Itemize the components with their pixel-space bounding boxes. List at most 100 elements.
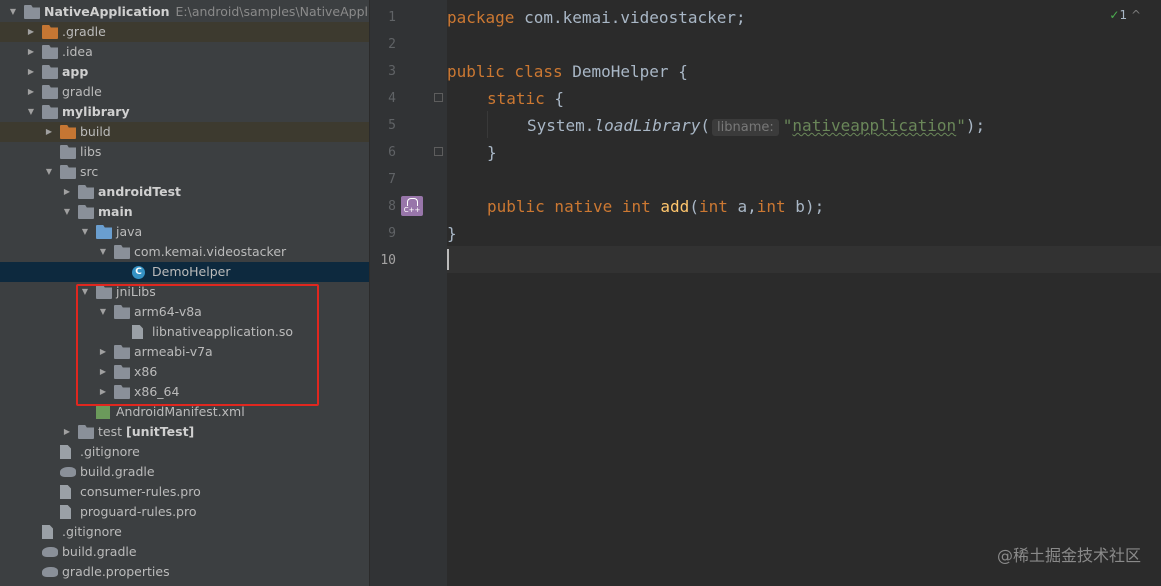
chevron-down-icon[interactable]: ▼ [42,162,56,182]
project-panel: ▼ NativeApplication E:\android\samples\Nat… [0,0,369,586]
file-icon [60,485,71,499]
tree-item-label: gradle [62,84,102,99]
code-line-6: } [487,143,497,162]
tree-item-androidtest-folder[interactable]: ▶ androidTest [0,182,369,202]
indent-guide [487,111,488,138]
tree-item-label: build [80,124,111,139]
folder-icon [96,225,112,239]
line-number: 8 [388,199,396,214]
chevron-right-icon[interactable]: ▶ [24,82,38,102]
code-line-8: public native int add(int a,int b); [487,197,825,216]
tree-item-label: com.kemai.videostacker [134,244,287,259]
folder-icon [42,25,58,39]
tree-item-src-folder[interactable]: ▼ src [0,162,369,182]
chevron-right-icon[interactable]: ▶ [24,22,38,42]
tree-item-root-gitignore-file[interactable]: .gitignore [0,522,369,542]
inspection-indicator[interactable]: ✓1 ^ [1109,8,1141,22]
code-line-5: System.loadLibrary(libname: "nativeapplic… [527,116,986,136]
tree-item-label: src [80,164,99,179]
fold-marker-icon[interactable] [434,93,443,102]
tree-item-gradle-folder[interactable]: ▶ gradle [0,82,369,102]
tree-item-app-module[interactable]: ▶ app [0,62,369,82]
code-line-9: } [447,224,457,243]
tree-item-label: main [98,204,133,219]
tree-item-label: .gradle [62,24,106,39]
chevron-down-icon[interactable]: ▼ [96,242,110,262]
tree-item-gitignore-file[interactable]: .gitignore [0,442,369,462]
code-line-3: public class DemoHelper { [447,62,688,81]
tree-item-mylibrary-module[interactable]: ▼ mylibrary [0,102,369,122]
editor-gutter: 1 2 3 4 5 6 7 8 9 10 [369,0,448,586]
line-number: 9 [388,226,396,241]
tree-item-main-folder[interactable]: ▼ main [0,202,369,222]
chevron-down-icon[interactable]: ▼ [6,2,20,22]
chevron-down-icon[interactable]: ▼ [78,222,92,242]
folder-icon [78,205,94,219]
tree-item-build-gradle-file[interactable]: build.gradle [0,462,369,482]
module-folder-icon [42,65,58,79]
chevron-down-icon[interactable]: ▼ [24,102,38,122]
fold-marker-icon[interactable] [434,147,443,156]
code-line-1: package com.kemai.videostacker; [447,8,746,27]
tree-item-root[interactable]: ▼ NativeApplication E:\android\samples\Nat… [0,2,369,22]
file-icon [60,505,71,519]
folder-icon [60,125,76,139]
tree-item-gradle-properties-file[interactable]: gradle.properties [0,562,369,582]
text-caret [447,249,449,270]
watermark: @稀土掘金技术社区 [996,546,1141,565]
check-icon: ✓ [1109,8,1120,22]
chevron-right-icon[interactable]: ▶ [42,122,56,142]
tree-item-label: androidTest [98,184,182,199]
tree-item-libs-folder[interactable]: libs [0,142,369,162]
cpp-gutter-icon[interactable]: C++ [401,196,423,216]
tree-item-java-folder[interactable]: ▼ java [0,222,369,242]
file-icon [60,445,71,459]
folder-icon [42,85,58,99]
folder-icon [114,245,130,259]
tree-item-label: mylibrary [62,104,130,119]
tree-item-label: build.gradle [80,464,155,479]
tree-item-label: gradle.properties [62,564,170,579]
line-number: 2 [388,37,396,52]
folder-icon [42,45,58,59]
manifest-icon [96,405,110,419]
line-number: 7 [388,172,396,187]
tree-item-label: .idea [62,44,93,59]
file-icon [42,525,53,539]
line-number: 3 [388,64,396,79]
current-line-highlight [447,246,1161,273]
folder-icon [60,145,76,159]
tree-item-build-folder[interactable]: ▶ build [0,122,369,142]
highlight-box [76,284,319,406]
module-folder-icon [24,5,40,19]
chevron-down-icon[interactable]: ▼ [60,202,74,222]
line-number: 10 [380,253,396,268]
code-line-4: static { [487,89,565,108]
chevron-right-icon[interactable]: ▶ [24,62,38,82]
tree-item-root-build-gradle-file[interactable]: build.gradle [0,542,369,562]
code-editor[interactable]: package com.kemai.videostacker; public c… [447,0,1161,586]
tree-item-label: DemoHelper [152,264,231,279]
chevron-right-icon[interactable]: ▶ [24,42,38,62]
tree-item-label: libs [80,144,102,159]
tree-item-package-folder[interactable]: ▼ com.kemai.videostacker [0,242,369,262]
chevron-right-icon[interactable]: ▶ [60,422,74,442]
folder-icon [78,425,94,439]
tree-item-gradle-dir[interactable]: ▶ .gradle [0,22,369,42]
tree-item-label: app [62,64,89,79]
java-class-icon: C [132,266,145,279]
tree-item-label: java [116,224,143,239]
tree-item-idea-dir[interactable]: ▶ .idea [0,42,369,62]
gradle-icon [42,547,58,557]
tree-item-label: consumer-rules.pro [80,484,201,499]
tree-item-consumer-rules-file[interactable]: consumer-rules.pro [0,482,369,502]
line-number: 1 [388,10,396,25]
tree-item-label: test [unitTest] [98,424,195,439]
chevron-right-icon[interactable]: ▶ [60,182,74,202]
param-hint: libname: [712,119,779,136]
tree-item-label: proguard-rules.pro [80,504,197,519]
gradle-icon [60,467,76,477]
tree-item-proguard-rules-file[interactable]: proguard-rules.pro [0,502,369,522]
tree-item-test-folder[interactable]: ▶ test [unitTest] [0,422,369,442]
tree-item-demohelper-class[interactable]: C DemoHelper [0,262,369,282]
